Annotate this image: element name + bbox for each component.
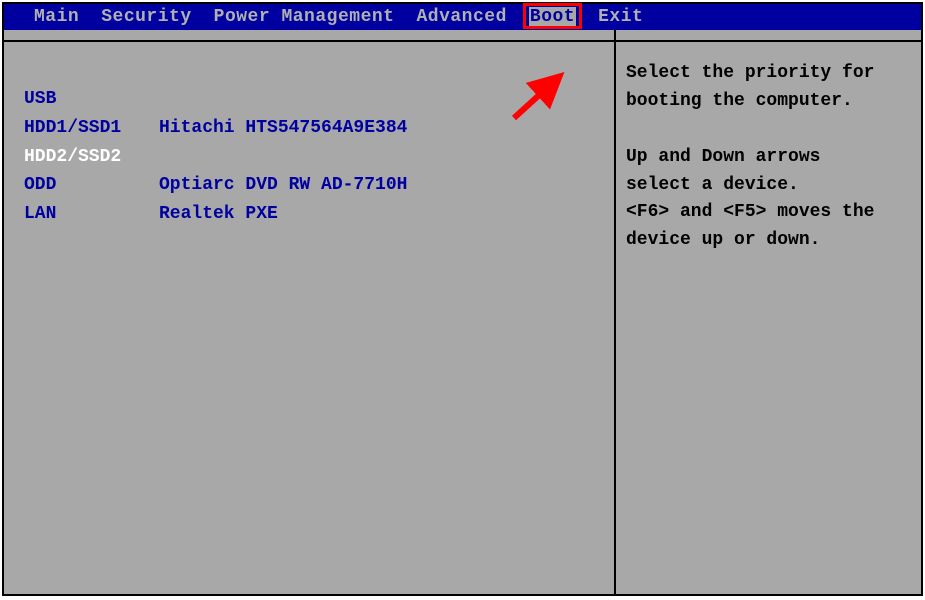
bios-screen: Main Security Power Management Advanced … (2, 2, 923, 596)
boot-row-hdd1[interactable]: HDD1/SSD1 Hitachi HTS547564A9E384 (24, 114, 594, 143)
help-text: <F6> and <F5> moves the (626, 199, 909, 227)
help-text: select a device. (626, 172, 909, 200)
boot-label: USB (24, 85, 159, 114)
boot-label: HDD2/SSD2 (24, 143, 159, 172)
boot-label: HDD1/SSD1 (24, 114, 159, 143)
boot-row-hdd2[interactable]: HDD2/SSD2 (24, 143, 594, 172)
menu-power-management[interactable]: Power Management (214, 7, 395, 27)
help-text: booting the computer. (626, 88, 909, 116)
content-area: USB HDD1/SSD1 Hitachi HTS547564A9E384 HD… (4, 30, 921, 594)
menu-main[interactable]: Main (34, 7, 79, 27)
help-text: Select the priority for (626, 60, 909, 88)
spacer (626, 116, 909, 144)
boot-row-lan[interactable]: LAN Realtek PXE (24, 200, 594, 229)
boot-value: Realtek PXE (159, 200, 278, 229)
boot-row-odd[interactable]: ODD Optiarc DVD RW AD-7710H (24, 171, 594, 200)
help-panel: Select the priority for booting the comp… (616, 30, 921, 594)
boot-value: Hitachi HTS547564A9E384 (159, 114, 407, 143)
help-text: device up or down. (626, 227, 909, 255)
menu-advanced[interactable]: Advanced (416, 7, 506, 27)
boot-label: ODD (24, 171, 159, 200)
menu-security[interactable]: Security (101, 7, 191, 27)
boot-value: Optiarc DVD RW AD-7710H (159, 171, 407, 200)
menu-boot-wrap: Boot (529, 7, 576, 27)
menu-bar: Main Security Power Management Advanced … (4, 4, 921, 30)
boot-row-usb[interactable]: USB (24, 85, 594, 114)
boot-priority-panel: USB HDD1/SSD1 Hitachi HTS547564A9E384 HD… (4, 30, 614, 594)
boot-priority-list[interactable]: USB HDD1/SSD1 Hitachi HTS547564A9E384 HD… (24, 85, 594, 229)
menu-boot[interactable]: Boot (529, 7, 576, 27)
menu-exit[interactable]: Exit (598, 7, 643, 27)
boot-label: LAN (24, 200, 159, 229)
help-text: Up and Down arrows (626, 144, 909, 172)
